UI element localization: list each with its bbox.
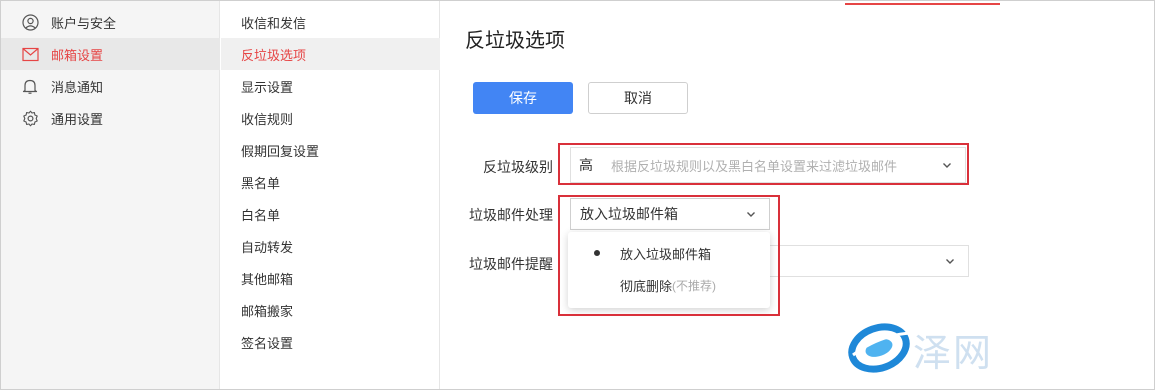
subnav-item-mailbox-migration[interactable]: 邮箱搬家 (221, 294, 440, 326)
mail-icon (21, 45, 39, 63)
sidebar-item-label: 消息通知 (51, 79, 104, 95)
spam-level-label: 反垃圾级别 (483, 159, 553, 175)
bell-icon (21, 77, 39, 95)
sidebar-item-account-security[interactable]: 账户与安全 (1, 6, 220, 38)
spam-handling-label: 垃圾邮件处理 (469, 207, 553, 223)
highlight-box-handling (558, 195, 780, 316)
spam-reminder-label: 垃圾邮件提醒 (469, 256, 553, 272)
save-button[interactable]: 保存 (473, 82, 573, 114)
sidebar-item-label: 通用设置 (51, 111, 104, 127)
mail-settings-subnav: 收信和发信 反垃圾选项 显示设置 收信规则 假期回复设置 黑名单 白名单 自动转… (221, 1, 440, 389)
sidebar-item-mail-settings[interactable]: 邮箱设置 (1, 38, 220, 70)
cancel-button[interactable]: 取消 (588, 82, 688, 114)
subnav-item-receive-send[interactable]: 收信和发信 (221, 6, 440, 38)
subnav-item-signature[interactable]: 签名设置 (221, 326, 440, 358)
sidebar-item-label: 邮箱设置 (51, 47, 104, 63)
settings-sidebar: 账户与安全 邮箱设置 消息通知 通用设置 (1, 1, 220, 389)
subnav-item-vacation-reply[interactable]: 假期回复设置 (221, 134, 440, 166)
user-icon (21, 13, 39, 31)
subnav-item-blacklist[interactable]: 黑名单 (221, 166, 440, 198)
subnav-item-receive-rules[interactable]: 收信规则 (221, 102, 440, 134)
sidebar-item-general-settings[interactable]: 通用设置 (1, 102, 220, 134)
tab-indicator-line (845, 3, 1000, 5)
gear-icon (21, 109, 39, 127)
watermark-text: 泽网 (913, 331, 994, 375)
subnav-item-whitelist[interactable]: 白名单 (221, 198, 440, 230)
subnav-item-auto-forward[interactable]: 自动转发 (221, 230, 440, 262)
chevron-down-icon (946, 259, 954, 264)
highlight-box-level (558, 143, 969, 185)
page-title: 反垃圾选项 (465, 30, 565, 52)
sidebar-item-label: 账户与安全 (51, 15, 117, 31)
subnav-item-other-mailbox[interactable]: 其他邮箱 (221, 262, 440, 294)
subnav-item-anti-spam[interactable]: 反垃圾选项 (221, 38, 440, 70)
subnav-item-display[interactable]: 显示设置 (221, 70, 440, 102)
sidebar-item-notifications[interactable]: 消息通知 (1, 70, 220, 102)
